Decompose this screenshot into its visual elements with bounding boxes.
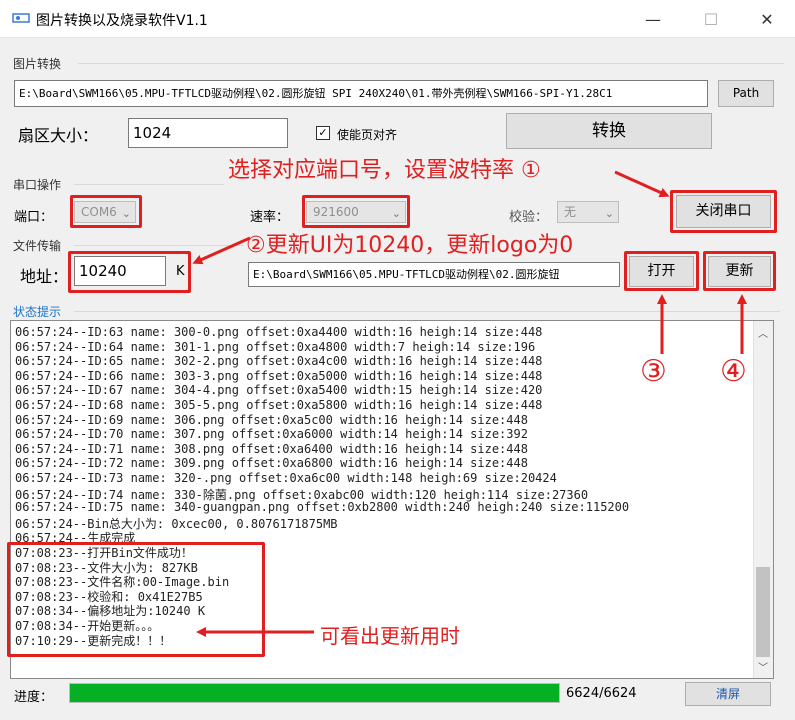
arrow-to-close-port: [614, 170, 670, 198]
arrow-to-address: [192, 236, 251, 265]
annotation-arrows: [192, 170, 747, 637]
